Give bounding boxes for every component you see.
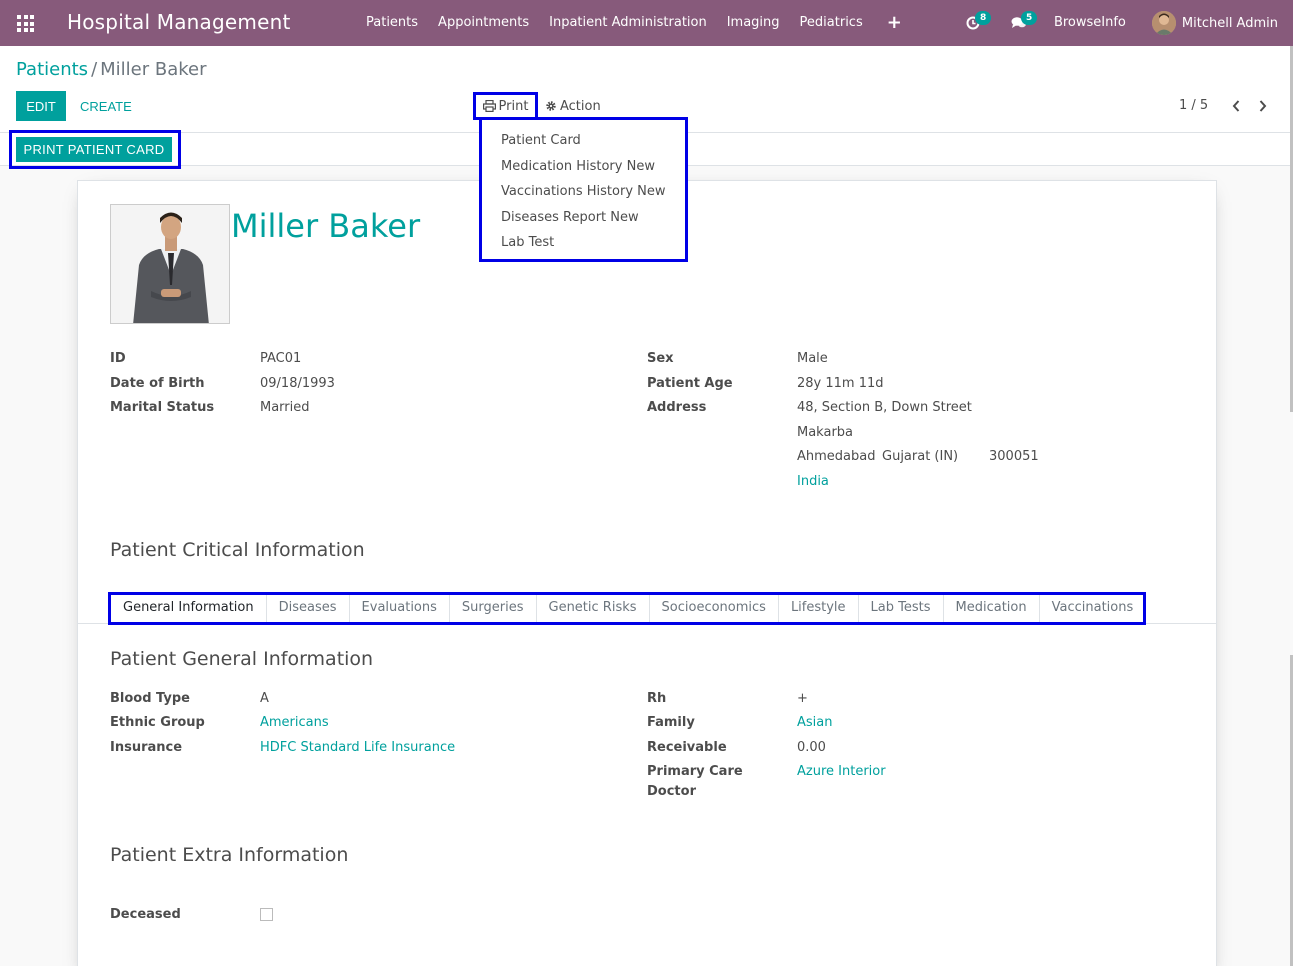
tab-lab-tests[interactable]: Lab Tests	[859, 595, 944, 622]
extra-info-title: Patient Extra Information	[110, 844, 349, 866]
insurance-link[interactable]: HDFC Standard Life Insurance	[260, 740, 455, 755]
tab-diseases[interactable]: Diseases	[267, 595, 350, 622]
tab-surgeries[interactable]: Surgeries	[450, 595, 537, 622]
menu-more-plus-icon[interactable]: +	[873, 0, 916, 46]
breadcrumb-separator: /	[91, 59, 98, 80]
sex-label: Sex	[647, 351, 674, 366]
rh-value: +	[797, 691, 808, 706]
print-patient-card-button[interactable]: PRINT PATIENT CARD	[16, 137, 172, 162]
action-label: Action	[560, 98, 601, 114]
pager-previous-button[interactable]	[1229, 98, 1243, 114]
app-title[interactable]: Hospital Management	[67, 10, 291, 34]
main-menu: Patients Appointments Inpatient Administ…	[356, 0, 916, 46]
menu-item-inpatient-administration[interactable]: Inpatient Administration	[539, 0, 717, 46]
print-menu-patient-card[interactable]: Patient Card	[482, 128, 685, 154]
receivable-value: 0.00	[797, 740, 826, 755]
address-zip: 300051	[989, 449, 1039, 464]
primary-care-doctor-link[interactable]: Azure Interior	[797, 764, 886, 779]
patient-age-label: Patient Age	[647, 376, 733, 391]
print-dropdown-button[interactable]: Print	[473, 92, 538, 120]
marital-status-label: Marital Status	[110, 400, 215, 415]
user-menu[interactable]: Mitchell Admin	[1138, 11, 1293, 35]
tab-socioeconomics[interactable]: Socioeconomics	[650, 595, 779, 622]
chevron-right-icon	[1259, 100, 1267, 112]
notebook-tabs: General Information Diseases Evaluations…	[111, 595, 1145, 623]
family-label: Family	[647, 715, 695, 730]
sex-value: Male	[797, 351, 828, 366]
top-navbar: Hospital Management Patients Appointment…	[0, 0, 1293, 46]
activity-count-badge: 8	[974, 11, 992, 25]
gear-icon	[546, 101, 556, 111]
print-menu-diseases-report[interactable]: Diseases Report New	[482, 205, 685, 231]
menu-item-appointments[interactable]: Appointments	[428, 0, 539, 46]
breadcrumb: Patients / Miller Baker	[16, 59, 207, 80]
tab-medication[interactable]: Medication	[944, 595, 1040, 622]
tab-general-information[interactable]: General Information	[111, 595, 267, 622]
avatar	[1151, 11, 1176, 35]
deceased-label: Deceased	[110, 907, 181, 922]
tab-evaluations[interactable]: Evaluations	[350, 595, 450, 622]
insurance-label: Insurance	[110, 740, 183, 755]
action-dropdown-button[interactable]: Action	[545, 92, 601, 120]
tab-genetic-risks[interactable]: Genetic Risks	[537, 595, 650, 622]
menu-item-patients[interactable]: Patients	[356, 0, 428, 46]
ethnic-group-link[interactable]: Americans	[260, 715, 329, 730]
ethnic-group-label: Ethnic Group	[110, 715, 205, 730]
address-city: Ahmedabad	[797, 449, 876, 464]
printer-icon	[482, 100, 496, 112]
dob-label: Date of Birth	[110, 376, 205, 391]
menu-item-imaging[interactable]: Imaging	[717, 0, 790, 46]
print-label: Print	[498, 98, 529, 114]
menu-item-pediatrics[interactable]: Pediatrics	[790, 0, 873, 46]
print-menu-vaccinations-history[interactable]: Vaccinations History New	[482, 179, 685, 205]
patient-age-value: 28y 11m 11d	[797, 376, 884, 391]
user-name: Mitchell Admin	[1181, 15, 1278, 31]
deceased-checkbox[interactable]	[260, 908, 273, 921]
address-country-link[interactable]: India	[797, 474, 829, 489]
dob-value: 09/18/1993	[260, 376, 335, 391]
form-sheet: Miller Baker ID PAC01 Date of Birth 09/1…	[77, 180, 1217, 966]
activity-button[interactable]: 8	[950, 0, 996, 46]
edit-button[interactable]: EDIT	[16, 91, 66, 121]
print-menu-lab-test[interactable]: Lab Test	[482, 230, 685, 256]
primary-care-doctor-label-line2: Doctor	[647, 784, 696, 799]
patient-photo[interactable]	[110, 204, 230, 324]
systray: 8 5 BrowseInfo Mitchell Admin	[950, 0, 1293, 46]
address-state: Gujarat (IN)	[882, 449, 959, 464]
marital-status-value: Married	[260, 400, 310, 415]
apps-menu-icon[interactable]	[17, 15, 34, 32]
family-link[interactable]: Asian	[797, 715, 832, 730]
blood-type-label: Blood Type	[110, 691, 190, 706]
receivable-label: Receivable	[647, 740, 727, 755]
address-line1: 48, Section B, Down Street	[797, 400, 972, 415]
messages-button[interactable]: 5	[996, 0, 1042, 46]
id-label: ID	[110, 351, 126, 366]
pager-value[interactable]: 1 / 5	[1179, 98, 1208, 113]
tab-vaccinations[interactable]: Vaccinations	[1040, 595, 1146, 622]
tab-lifestyle[interactable]: Lifestyle	[779, 595, 859, 622]
create-button[interactable]: CREATE	[75, 91, 137, 121]
messages-count-badge: 5	[1020, 11, 1038, 25]
address-label: Address	[647, 400, 707, 415]
rh-label: Rh	[647, 691, 667, 706]
print-dropdown-menu: Patient Card Medication History New Vacc…	[479, 117, 688, 262]
patient-name[interactable]: Miller Baker	[231, 207, 420, 245]
address-line2: Makarba	[797, 425, 854, 440]
chevron-left-icon	[1232, 100, 1240, 112]
pager-next-button[interactable]	[1256, 98, 1270, 114]
blood-type-value: A	[260, 691, 269, 706]
browseinfo-link[interactable]: BrowseInfo	[1042, 0, 1138, 46]
breadcrumb-current: Miller Baker	[100, 59, 207, 80]
id-value: PAC01	[260, 351, 302, 366]
breadcrumb-patients-link[interactable]: Patients	[16, 59, 88, 80]
primary-care-doctor-label-line1: Primary Care	[647, 764, 743, 779]
print-menu-medication-history[interactable]: Medication History New	[482, 154, 685, 180]
general-info-title: Patient General Information	[110, 648, 374, 670]
critical-info-title: Patient Critical Information	[110, 539, 365, 561]
